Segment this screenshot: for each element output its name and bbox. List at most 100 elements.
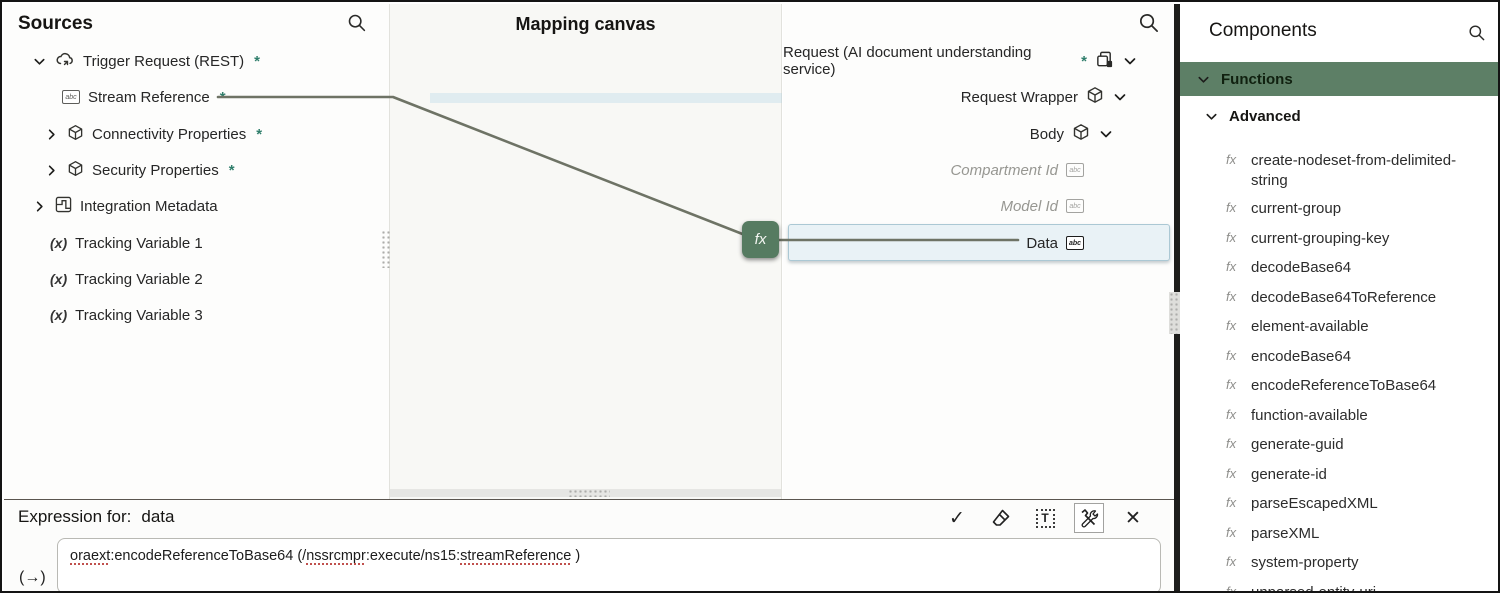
function-name: parseXML	[1251, 519, 1319, 544]
function-item[interactable]: fxfunction-available	[1180, 401, 1500, 431]
function-item[interactable]: fxparseEscapedXML	[1180, 489, 1500, 519]
target-row-label: Data	[1026, 235, 1058, 252]
tree-item-label: Connectivity Properties	[92, 126, 246, 143]
source-row-trace	[430, 93, 782, 103]
cloud-trigger-icon	[55, 51, 75, 71]
function-name: generate-guid	[1251, 430, 1344, 455]
expression-for-label: Expression for:	[18, 507, 131, 527]
drag-handle[interactable]	[568, 489, 610, 497]
target-row-compartment-id[interactable]: Compartment Id abc	[783, 152, 1174, 188]
validate-check-icon[interactable]: ✓	[942, 503, 972, 533]
function-item[interactable]: fxgenerate-guid	[1180, 430, 1500, 460]
string-abc-icon: abc	[1066, 199, 1084, 213]
function-name: encodeBase64	[1251, 342, 1351, 367]
fx-icon: fx	[1226, 489, 1244, 510]
required-marker: *	[254, 53, 260, 70]
fx-icon: fx	[1226, 519, 1244, 540]
required-marker: *	[256, 126, 262, 143]
chevron-right-icon[interactable]	[44, 127, 59, 142]
target-row-data[interactable]: Data abc	[783, 225, 1174, 261]
tree-item-integration-metadata[interactable]: Integration Metadata	[4, 188, 389, 224]
target-row-request-wrapper[interactable]: Request Wrapper	[783, 79, 1174, 115]
functions-group-label: Functions	[1221, 71, 1293, 88]
tree-item-tracking-variable-3[interactable]: (x) Tracking Variable 3	[4, 297, 389, 333]
function-name: function-available	[1251, 401, 1368, 426]
cube-icon	[67, 124, 84, 145]
function-item[interactable]: fxunparsed-entity-uri	[1180, 578, 1500, 593]
functions-group-header[interactable]: Functions	[1180, 62, 1500, 96]
function-name: decodeBase64ToReference	[1251, 283, 1436, 308]
chevron-down-icon[interactable]	[32, 54, 47, 69]
literal-toggle-icon[interactable]: T	[1030, 503, 1060, 533]
functions-list: fx create-nodeset-from-delimited-string …	[1180, 146, 1500, 593]
required-marker: *	[229, 162, 235, 179]
function-item[interactable]: fxsystem-property	[1180, 548, 1500, 578]
chevron-down-icon[interactable]	[1122, 53, 1138, 69]
function-item[interactable]: fxgenerate-id	[1180, 460, 1500, 490]
tree-item-label: Tracking Variable 3	[75, 307, 203, 324]
chevron-down-icon[interactable]	[1098, 126, 1114, 142]
function-item[interactable]: fxcurrent-grouping-key	[1180, 224, 1500, 254]
function-name: element-available	[1251, 312, 1369, 337]
mapper-window: Sources Trigger Request (REST) * abc Str…	[0, 0, 1500, 593]
advanced-subgroup-label: Advanced	[1229, 108, 1301, 125]
function-name: decodeBase64	[1251, 253, 1351, 278]
tree-item-connectivity-properties[interactable]: Connectivity Properties *	[4, 116, 389, 152]
advanced-subgroup-header[interactable]: Advanced	[1180, 99, 1500, 133]
target-row-request[interactable]: Request (AI document understanding servi…	[783, 43, 1174, 79]
target-row-label: Body	[1030, 126, 1064, 143]
sources-tree: Trigger Request (REST) * abc Stream Refe…	[4, 4, 389, 499]
chevron-down-icon[interactable]	[1112, 89, 1128, 105]
close-icon[interactable]: ✕	[1118, 503, 1148, 533]
fx-function-node[interactable]: fx	[742, 221, 779, 258]
tree-item-trigger-request[interactable]: Trigger Request (REST) *	[4, 43, 389, 79]
tree-item-stream-reference[interactable]: abc Stream Reference *	[4, 79, 389, 115]
fx-icon: fx	[1226, 371, 1244, 392]
metadata-icon	[55, 196, 72, 217]
target-row-model-id[interactable]: Model Id abc	[783, 188, 1174, 224]
chevron-down-icon	[1196, 72, 1211, 87]
expression-panel: Expression for: data ✓ T ✕ oraext:encode…	[4, 499, 1174, 593]
panel-resize-handle[interactable]	[381, 230, 392, 268]
function-item[interactable]: fx create-nodeset-from-delimited-string	[1180, 146, 1500, 194]
chevron-right-icon[interactable]	[44, 163, 59, 178]
components-search-icon[interactable]	[1467, 23, 1486, 47]
function-name: generate-id	[1251, 460, 1327, 485]
function-item[interactable]: fxcurrent-group	[1180, 194, 1500, 224]
expression-input[interactable]: oraext:encodeReferenceToBase64 (/nssrcmp…	[57, 538, 1161, 593]
tree-item-label: Tracking Variable 1	[75, 235, 203, 252]
function-item[interactable]: fxelement-available	[1180, 312, 1500, 342]
target-row-body[interactable]: Body	[783, 116, 1174, 152]
panel-resize-handle[interactable]	[1169, 292, 1180, 334]
function-item[interactable]: fxencodeReferenceToBase64	[1180, 371, 1500, 401]
target-search-icon[interactable]	[1137, 11, 1160, 39]
target-row-label: Compartment Id	[950, 162, 1058, 179]
string-abc-icon: abc	[1066, 163, 1084, 177]
chevron-right-icon[interactable]	[32, 199, 47, 214]
tree-item-tracking-variable-1[interactable]: (x) Tracking Variable 1	[4, 225, 389, 261]
required-marker: *	[1081, 53, 1087, 70]
developer-view-toggle-icon[interactable]: (→)	[19, 569, 46, 587]
fx-icon: fx	[1226, 224, 1244, 245]
function-item[interactable]: fx decodeBase64	[1180, 253, 1500, 283]
expression-part: :execute/ns15:	[366, 548, 460, 564]
target-row-label: Request Wrapper	[961, 89, 1078, 106]
tree-item-label: Tracking Variable 2	[75, 271, 203, 288]
function-item[interactable]: fxdecodeBase64ToReference	[1180, 283, 1500, 313]
function-item[interactable]: fxencodeBase64	[1180, 342, 1500, 372]
function-item[interactable]: fx parseXML	[1180, 519, 1500, 549]
developer-tools-icon[interactable]	[1074, 503, 1104, 533]
erase-expression-icon[interactable]	[986, 503, 1016, 533]
mapping-canvas: Mapping canvas	[389, 4, 782, 499]
chevron-down-icon	[1204, 109, 1219, 124]
fx-icon: fx	[1226, 253, 1244, 274]
tree-item-label: Trigger Request (REST)	[83, 53, 244, 70]
tree-item-security-properties[interactable]: Security Properties *	[4, 152, 389, 188]
function-name: create-nodeset-from-delimited-string	[1251, 146, 1489, 191]
fx-icon: fx	[1226, 548, 1244, 569]
tree-item-label: Integration Metadata	[80, 198, 218, 215]
tree-item-label: Stream Reference	[88, 89, 210, 106]
expression-toolbar: ✓ T ✕	[942, 503, 1148, 533]
tree-item-tracking-variable-2[interactable]: (x) Tracking Variable 2	[4, 261, 389, 297]
cube-icon	[67, 160, 84, 181]
